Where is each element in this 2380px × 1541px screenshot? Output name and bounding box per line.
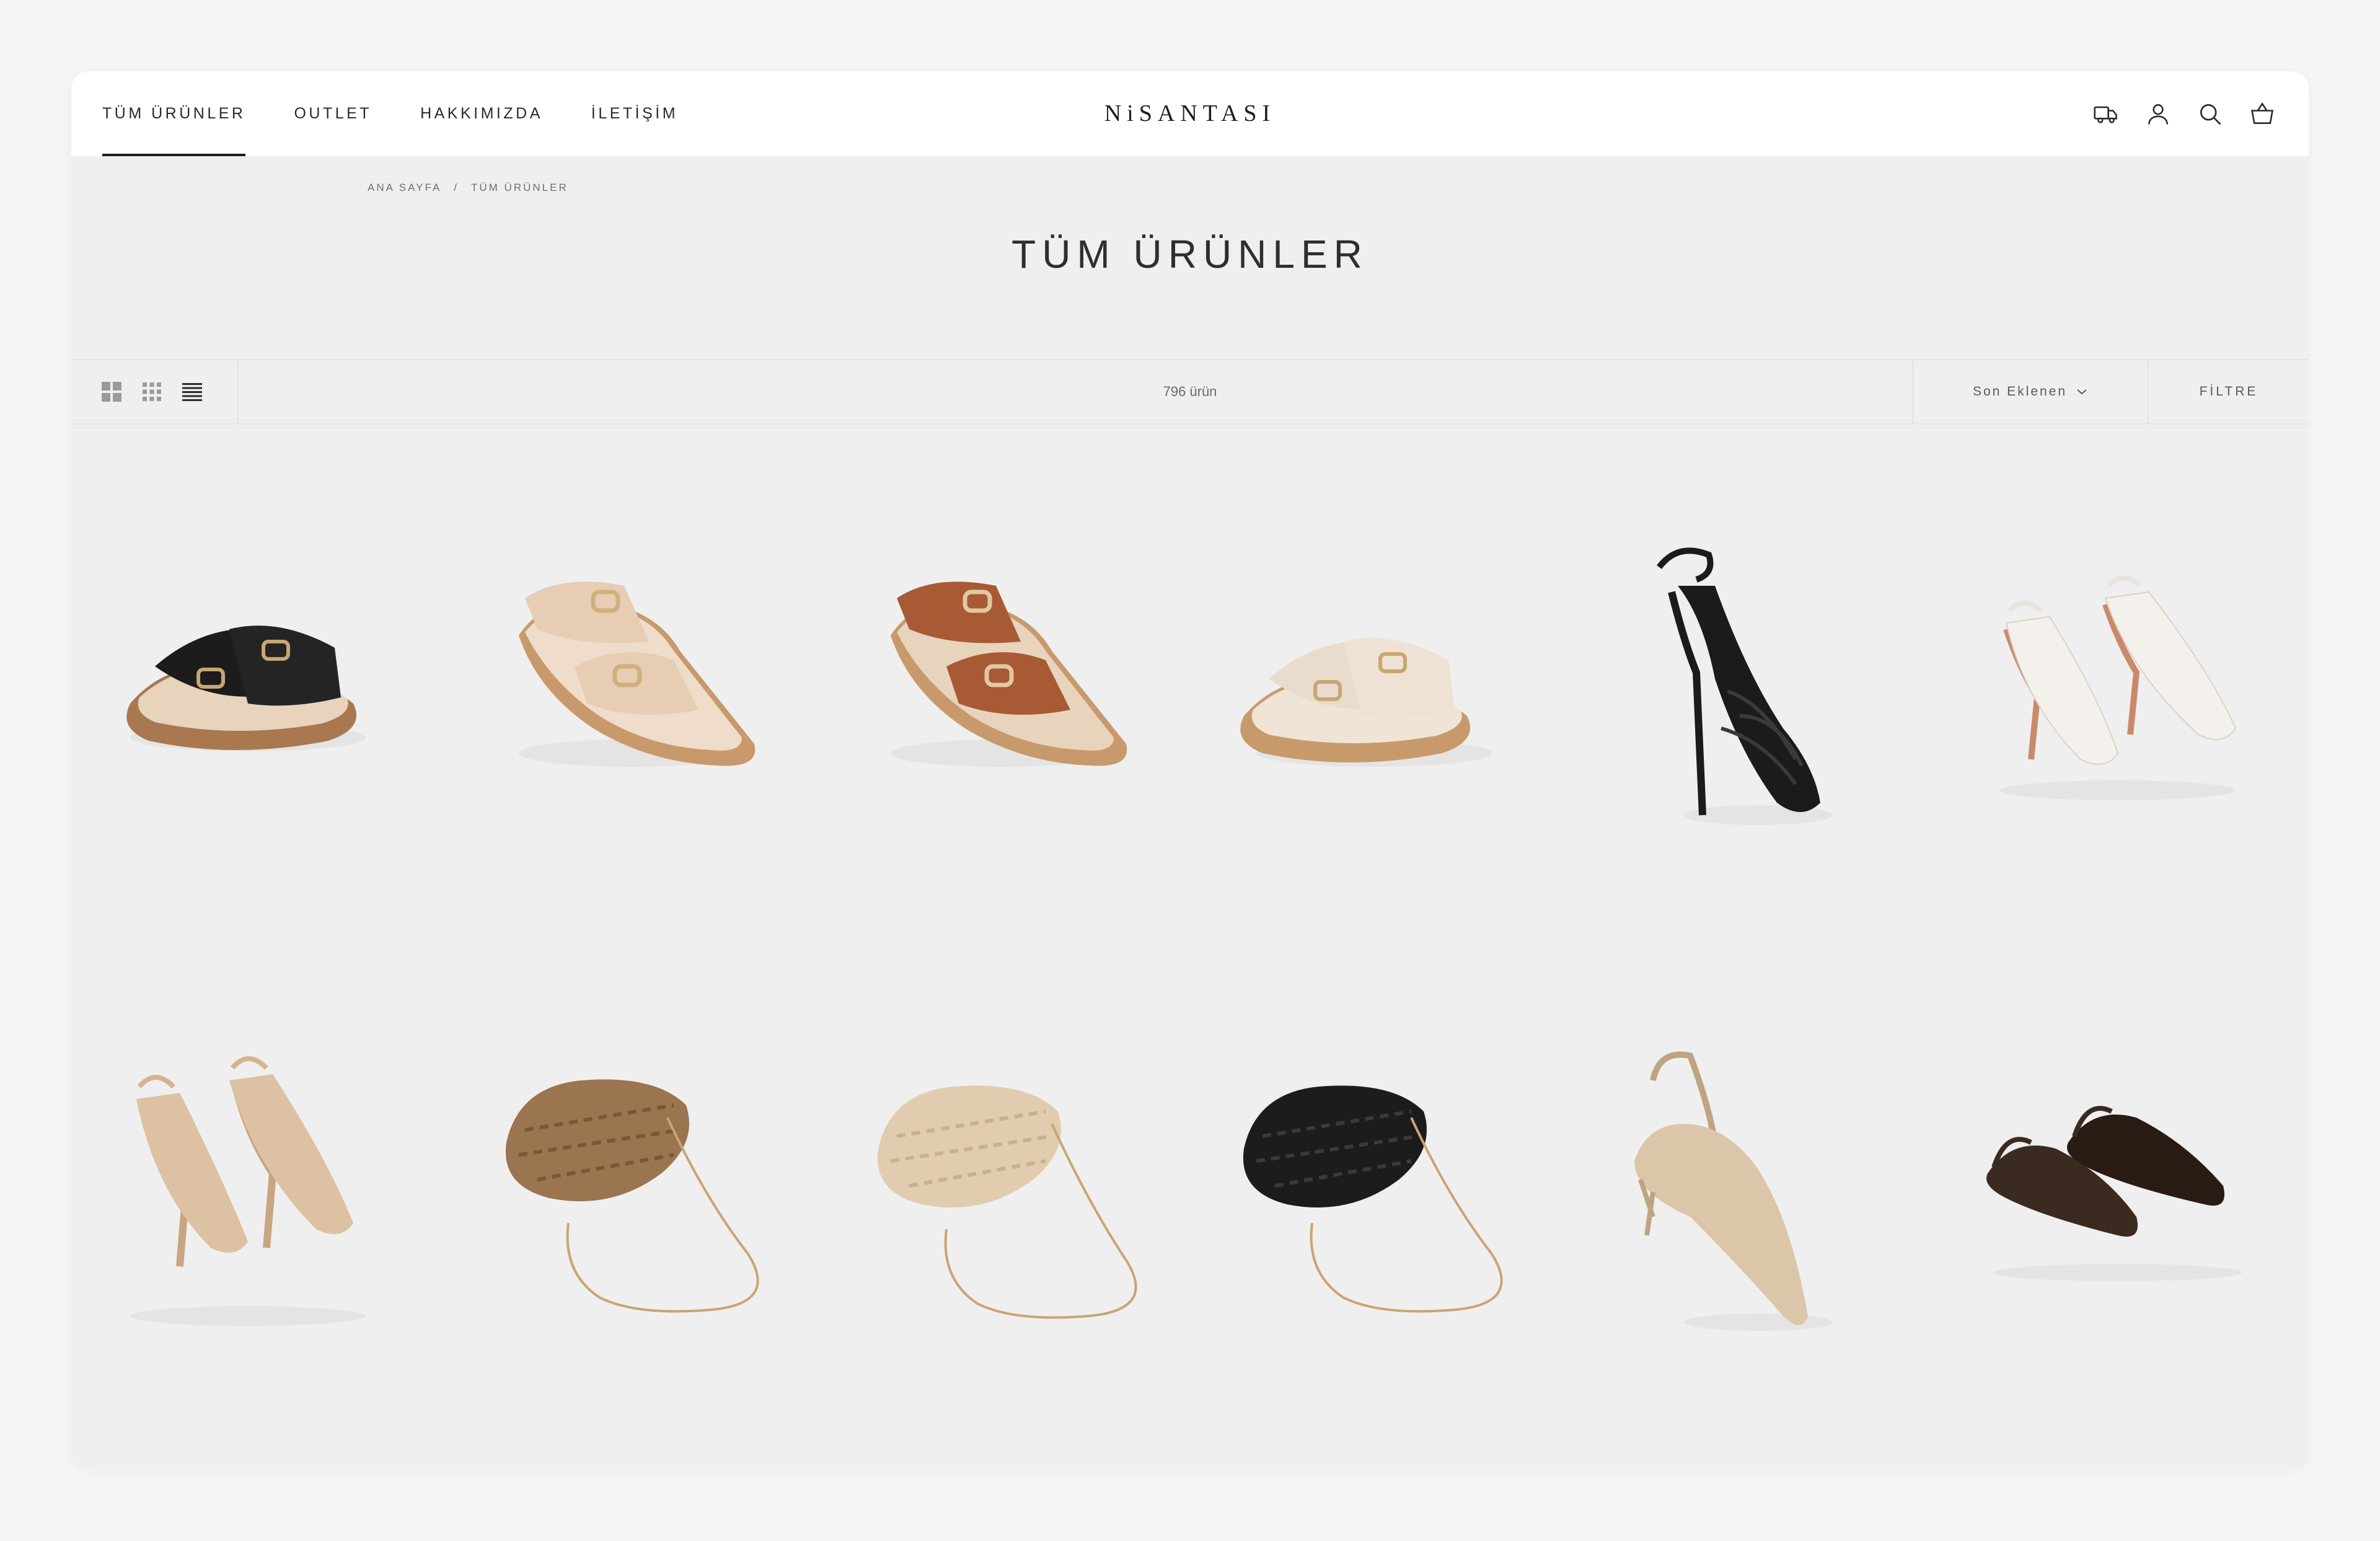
product-image-black-buckle-cork-sandal [105,480,400,914]
product-card[interactable] [1969,480,2263,914]
grid-small-icon[interactable] [139,379,164,404]
breadcrumb-home-link[interactable]: ANA SAYFA [368,182,441,194]
product-card[interactable] [105,994,400,1428]
list-view-icon[interactable] [180,379,205,404]
product-image-brown-knit-slingback [1969,994,2263,1428]
nav-item-outlet[interactable]: OUTLET [294,71,372,156]
sort-dropdown[interactable]: Son Eklenen [1912,360,2148,423]
page-title: TÜM ÜRÜNLER [1011,232,1368,276]
main-nav: TÜM ÜRÜNLER OUTLET HAKKIMIZDA İLETİŞİM [102,71,726,156]
product-image-beige-knit-slingback [1597,994,1892,1428]
header-actions [2068,71,2276,156]
layout-switcher [71,360,239,423]
breadcrumb-separator: / [454,182,459,193]
nav-item-iletisim[interactable]: İLETİŞİM [591,71,678,156]
product-card[interactable] [1225,994,1520,1428]
product-image-brown-crochet-clutch [482,994,776,1428]
product-card[interactable] [1225,480,1520,914]
brand-logo[interactable]: NiSANTASI [1104,71,1276,156]
product-card[interactable] [482,994,776,1428]
filter-button[interactable]: FİLTRE [2148,360,2309,423]
product-card[interactable] [853,994,1148,1428]
product-image-black-crochet-clutch [1225,994,1520,1428]
breadcrumb-current: TÜM ÜRÜNLER [471,182,568,193]
delivery-truck-icon[interactable] [2092,100,2120,128]
browser-window: TÜM ÜRÜNLER OUTLET HAKKIMIZDA İLETİŞİM N… [71,71,2309,1469]
product-card[interactable] [482,480,776,914]
sort-label: Son Eklenen [1972,384,2068,399]
product-card[interactable] [853,480,1148,914]
product-image-cream-buckle-cork-sandal [1225,480,1520,914]
chevron-down-icon [2077,389,2087,395]
site-header: TÜM ÜRÜNLER OUTLET HAKKIMIZDA İLETİŞİM N… [71,71,2309,156]
product-card[interactable] [1597,480,1892,914]
product-card[interactable] [1597,994,1892,1428]
product-card[interactable] [105,480,400,914]
breadcrumb: ANA SAYFA / TÜM ÜRÜNLER [368,182,568,194]
cart-basket-icon[interactable] [2248,100,2276,128]
collection-toolbar: 796 ürün Son Eklenen FİLTRE [71,359,2309,425]
product-image-white-strappy-heel-sandal [1969,480,2263,914]
product-card[interactable] [1969,994,2263,1428]
product-image-tan-buckle-cork-sandal [853,480,1148,914]
nav-item-hakkimizda[interactable]: HAKKIMIZDA [420,71,543,156]
nav-item-tum-urunler[interactable]: TÜM ÜRÜNLER [102,71,246,156]
product-image-nude-strappy-heel-sandal [105,994,400,1428]
search-icon[interactable] [2196,100,2224,128]
account-icon[interactable] [2144,100,2172,128]
grid-large-icon[interactable] [99,379,124,404]
product-image-black-strappy-heel-sandal [1597,480,1892,914]
product-image-cream-crochet-clutch [853,994,1148,1428]
product-image-beige-buckle-cork-sandal [482,480,776,914]
